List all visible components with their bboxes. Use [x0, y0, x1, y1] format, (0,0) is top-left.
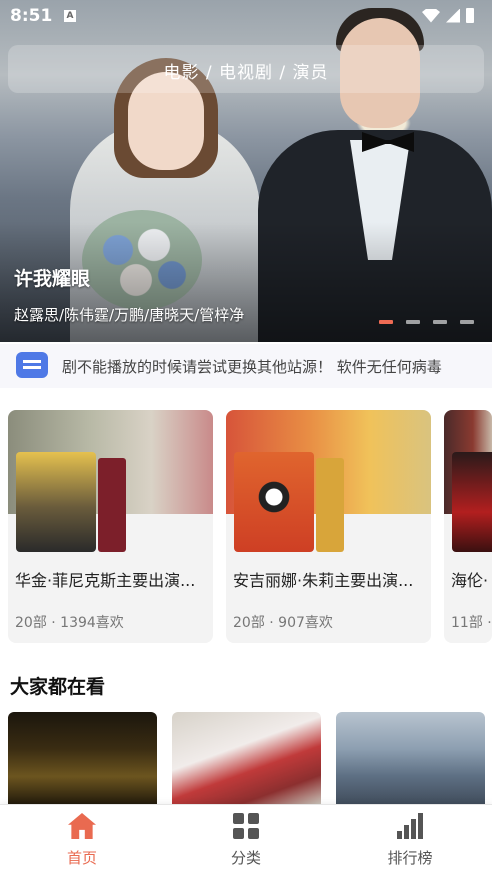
- carousel-dot-2: [406, 320, 420, 324]
- carousel-dot-3: [433, 320, 447, 324]
- carousel-dot-1: [379, 320, 393, 324]
- collection-poster: [234, 452, 314, 552]
- collection-meta: 20部 · 907喜欢: [233, 615, 333, 631]
- notice-text: 剧不能播放的时候请尝试更换其他站源！ 软件无任何病毒: [62, 358, 442, 376]
- collection-poster-secondary: [316, 458, 344, 552]
- notice-bar: 剧不能播放的时候请尝试更换其他站源！ 软件无任何病毒: [0, 344, 492, 388]
- ranking-icon: [397, 813, 423, 839]
- collection-meta: 20部 · 1394喜欢: [15, 615, 124, 631]
- message-icon: [16, 352, 48, 378]
- collection-title: 海伦·: [451, 571, 489, 590]
- collection-meta: 11部 ·: [451, 615, 492, 631]
- watch-card[interactable]: [172, 712, 321, 804]
- search-bar[interactable]: 电影 / 电视剧 / 演员: [8, 45, 484, 93]
- nav-category-label: 分类: [230, 849, 261, 867]
- nav-ranking-label: 排行榜: [387, 849, 433, 867]
- nav-ranking[interactable]: 排行榜: [350, 813, 470, 868]
- watch-card[interactable]: [8, 712, 157, 804]
- grid-icon: [233, 813, 259, 839]
- status-time: 8:51: [10, 6, 53, 26]
- notification-icon: A: [64, 10, 76, 22]
- collection-card[interactable]: 海伦· 11部 ·: [444, 410, 492, 643]
- nav-home-label: 首页: [66, 849, 97, 867]
- collection-poster: [452, 452, 492, 552]
- section-title: 大家都在看: [10, 676, 106, 698]
- collection-poster: [16, 452, 96, 552]
- home-icon: [68, 813, 96, 839]
- signal-icon: [446, 8, 460, 23]
- collection-card[interactable]: 华金·菲尼克斯主要出演... 20部 · 1394喜欢: [8, 410, 213, 643]
- hero-cast: 赵露思/陈伟霆/万鹏/唐晓天/管梓净: [14, 306, 245, 324]
- status-icons: [422, 8, 474, 23]
- collection-card[interactable]: 安吉丽娜·朱莉主要出演... 20部 · 907喜欢: [226, 410, 431, 643]
- carousel-indicator: [379, 320, 474, 324]
- hero-title: 许我耀眼: [14, 268, 91, 290]
- bottom-nav: 首页 分类 排行榜: [0, 804, 492, 874]
- collection-poster-secondary: [98, 458, 126, 552]
- collection-title: 华金·菲尼克斯主要出演...: [15, 571, 196, 590]
- collections-row: 华金·菲尼克斯主要出演... 20部 · 1394喜欢 安吉丽娜·朱莉主要出演.…: [0, 410, 492, 646]
- collection-title: 安吉丽娜·朱莉主要出演...: [233, 571, 414, 590]
- nav-home[interactable]: 首页: [22, 813, 142, 868]
- watch-card[interactable]: [336, 712, 485, 804]
- search-label: 电影 / 电视剧 / 演员: [163, 63, 329, 83]
- carousel-dot-4: [460, 320, 474, 324]
- battery-icon: [466, 8, 474, 23]
- wifi-icon: [422, 8, 440, 23]
- nav-category[interactable]: 分类: [186, 813, 306, 868]
